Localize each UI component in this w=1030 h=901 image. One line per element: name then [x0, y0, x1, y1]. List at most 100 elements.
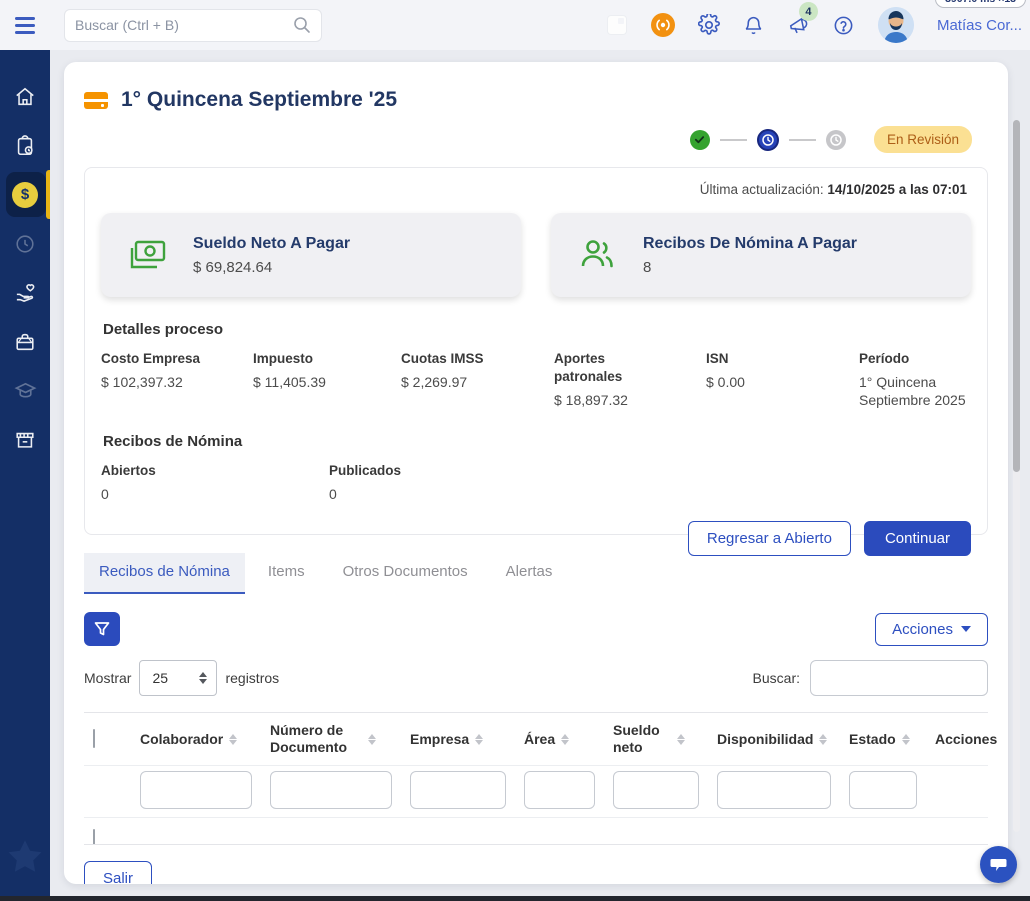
col-numero-documento[interactable]: Número de Documento: [262, 718, 402, 760]
sidebar-item-tasks[interactable]: [0, 121, 50, 170]
detail-label: ISN: [706, 350, 859, 368]
filter-area-input[interactable]: [524, 771, 595, 809]
filter-empresa-input[interactable]: [410, 771, 506, 809]
records-label: registros: [225, 670, 279, 686]
menu-toggle-button[interactable]: [0, 0, 50, 50]
table-search-label: Buscar:: [753, 670, 800, 686]
sidebar-item-jobs[interactable]: [0, 317, 50, 366]
detail-value: $ 11,405.39: [253, 373, 401, 391]
filter-button[interactable]: [84, 612, 120, 646]
brand-target-icon[interactable]: [651, 13, 675, 37]
sort-icon[interactable]: [902, 734, 910, 745]
step-current-clock-icon: [757, 129, 779, 151]
user-avatar[interactable]: [878, 7, 914, 43]
detail-value: $ 18,897.32: [554, 391, 706, 409]
hand-heart-icon: [14, 281, 37, 304]
detail-value: 1° Quincena Septiembre 2025: [859, 373, 971, 409]
chevron-down-icon: [961, 626, 971, 632]
tab-otros-documentos[interactable]: Otros Documentos: [328, 553, 483, 594]
detail-label: Período: [859, 350, 971, 368]
net-salary-value: $ 69,824.64: [193, 259, 350, 276]
process-details: Costo Empresa $ 102,397.32 Impuesto $ 11,4…: [101, 350, 971, 409]
last-update-value: 14/10/2025 a las 07:01: [827, 182, 967, 197]
receipts-published-label: Publicados: [329, 462, 971, 480]
scrollbar-thumb[interactable]: [1013, 120, 1020, 472]
sidebar-item-benefits[interactable]: [0, 268, 50, 317]
table-filter-row: [84, 765, 988, 817]
show-label: Mostrar: [84, 670, 131, 686]
col-sueldo-neto[interactable]: Sueldo neto: [605, 718, 709, 760]
payroll-period-card: 1° Quincena Septiembre '25 En Revisión Ú…: [64, 62, 1008, 884]
tab-alertas[interactable]: Alertas: [491, 553, 568, 594]
sort-icon[interactable]: [475, 734, 483, 745]
user-name[interactable]: Matías Cor...: [937, 17, 1022, 34]
receipts-counts: Abiertos0 Publicados0: [101, 462, 971, 503]
return-to-open-button[interactable]: Regresar a Abierto: [688, 521, 851, 556]
sort-icon[interactable]: [561, 734, 569, 745]
megaphone-icon[interactable]: 4: [788, 14, 810, 36]
announcements-count-badge: 4: [799, 2, 818, 21]
detail-label: Impuesto: [253, 350, 401, 368]
col-acciones: Acciones: [927, 727, 996, 752]
sidebar-item-training[interactable]: [0, 366, 50, 415]
filter-disponibilidad-input[interactable]: [717, 771, 831, 809]
sort-icon[interactable]: [677, 734, 685, 745]
help-icon[interactable]: [833, 14, 855, 36]
perf-overlay-badge: 3907.0 ms ×13: [935, 0, 1026, 8]
step-connector: [789, 139, 816, 141]
col-disponibilidad[interactable]: Disponibilidad: [709, 727, 841, 752]
table-search-input[interactable]: [810, 660, 988, 696]
sidebar-item-assets[interactable]: [0, 415, 50, 464]
tab-recibos-de-nomina[interactable]: Recibos de Nómina: [84, 553, 245, 594]
clipboard-clock-icon: [14, 135, 36, 157]
summary-tiles: Sueldo Neto A Pagar $ 69,824.64 Recibos …: [101, 213, 971, 297]
funnel-icon: [94, 621, 110, 637]
col-area[interactable]: Área: [516, 727, 605, 752]
col-empresa[interactable]: Empresa: [402, 727, 516, 752]
summary-panel: Última actualización: 14/10/2025 a las 0…: [84, 167, 988, 535]
filter-numero-documento-input[interactable]: [270, 771, 392, 809]
gear-icon[interactable]: [698, 14, 720, 36]
sort-icon[interactable]: [819, 734, 827, 745]
bookmark-icon[interactable]: [606, 14, 628, 36]
page-size-select[interactable]: 25: [139, 660, 217, 696]
global-search-box[interactable]: [64, 9, 322, 42]
detail-value: $ 0.00: [706, 373, 859, 391]
page-size-value: 25: [152, 670, 168, 686]
status-stepper: En Revisión: [64, 112, 1008, 153]
receipts-value: 8: [643, 259, 857, 276]
detail-label: Aportes patronales: [554, 350, 638, 386]
sidebar-item-history[interactable]: [0, 219, 50, 268]
tab-items[interactable]: Items: [253, 553, 320, 594]
global-search-input[interactable]: [65, 17, 293, 33]
filter-sueldo-neto-input[interactable]: [613, 771, 699, 809]
sidebar-item-payroll[interactable]: $: [0, 170, 50, 219]
col-colaborador[interactable]: Colaborador: [132, 727, 262, 752]
detail-value: $ 102,397.32: [101, 373, 253, 391]
topbar-actions: 4 Matías Cor...: [606, 7, 1030, 43]
select-all-checkbox[interactable]: [93, 729, 95, 748]
tab-bar: Recibos de Nómina Items Otros Documentos…: [84, 553, 988, 594]
filter-estado-input[interactable]: [849, 771, 917, 809]
col-estado[interactable]: Estado: [841, 727, 927, 752]
summary-actions: Regresar a Abierto Continuar: [101, 521, 971, 556]
net-salary-tile[interactable]: Sueldo Neto A Pagar $ 69,824.64: [101, 213, 521, 297]
filter-colaborador-input[interactable]: [140, 771, 252, 809]
bell-icon[interactable]: [743, 14, 765, 36]
receipts-tile[interactable]: Recibos De Nómina A Pagar 8: [551, 213, 971, 297]
row-checkbox[interactable]: [93, 829, 95, 844]
sort-icon[interactable]: [229, 734, 237, 745]
last-update-label: Última actualización:: [700, 182, 824, 197]
detail-label: Costo Empresa: [101, 350, 253, 368]
star-icon: [4, 836, 46, 878]
sort-icon[interactable]: [368, 734, 376, 745]
receipts-open-label: Abiertos: [101, 462, 329, 480]
actions-dropdown-button[interactable]: Acciones: [875, 613, 988, 646]
payroll-coin-icon: $: [12, 182, 38, 208]
exit-button[interactable]: Salir: [84, 861, 152, 884]
chat-fab-button[interactable]: [980, 846, 1017, 883]
receipts-published-value: 0: [329, 485, 971, 503]
table-row[interactable]: [84, 818, 988, 844]
sidebar-item-home[interactable]: [0, 72, 50, 121]
continue-button[interactable]: Continuar: [864, 521, 971, 556]
